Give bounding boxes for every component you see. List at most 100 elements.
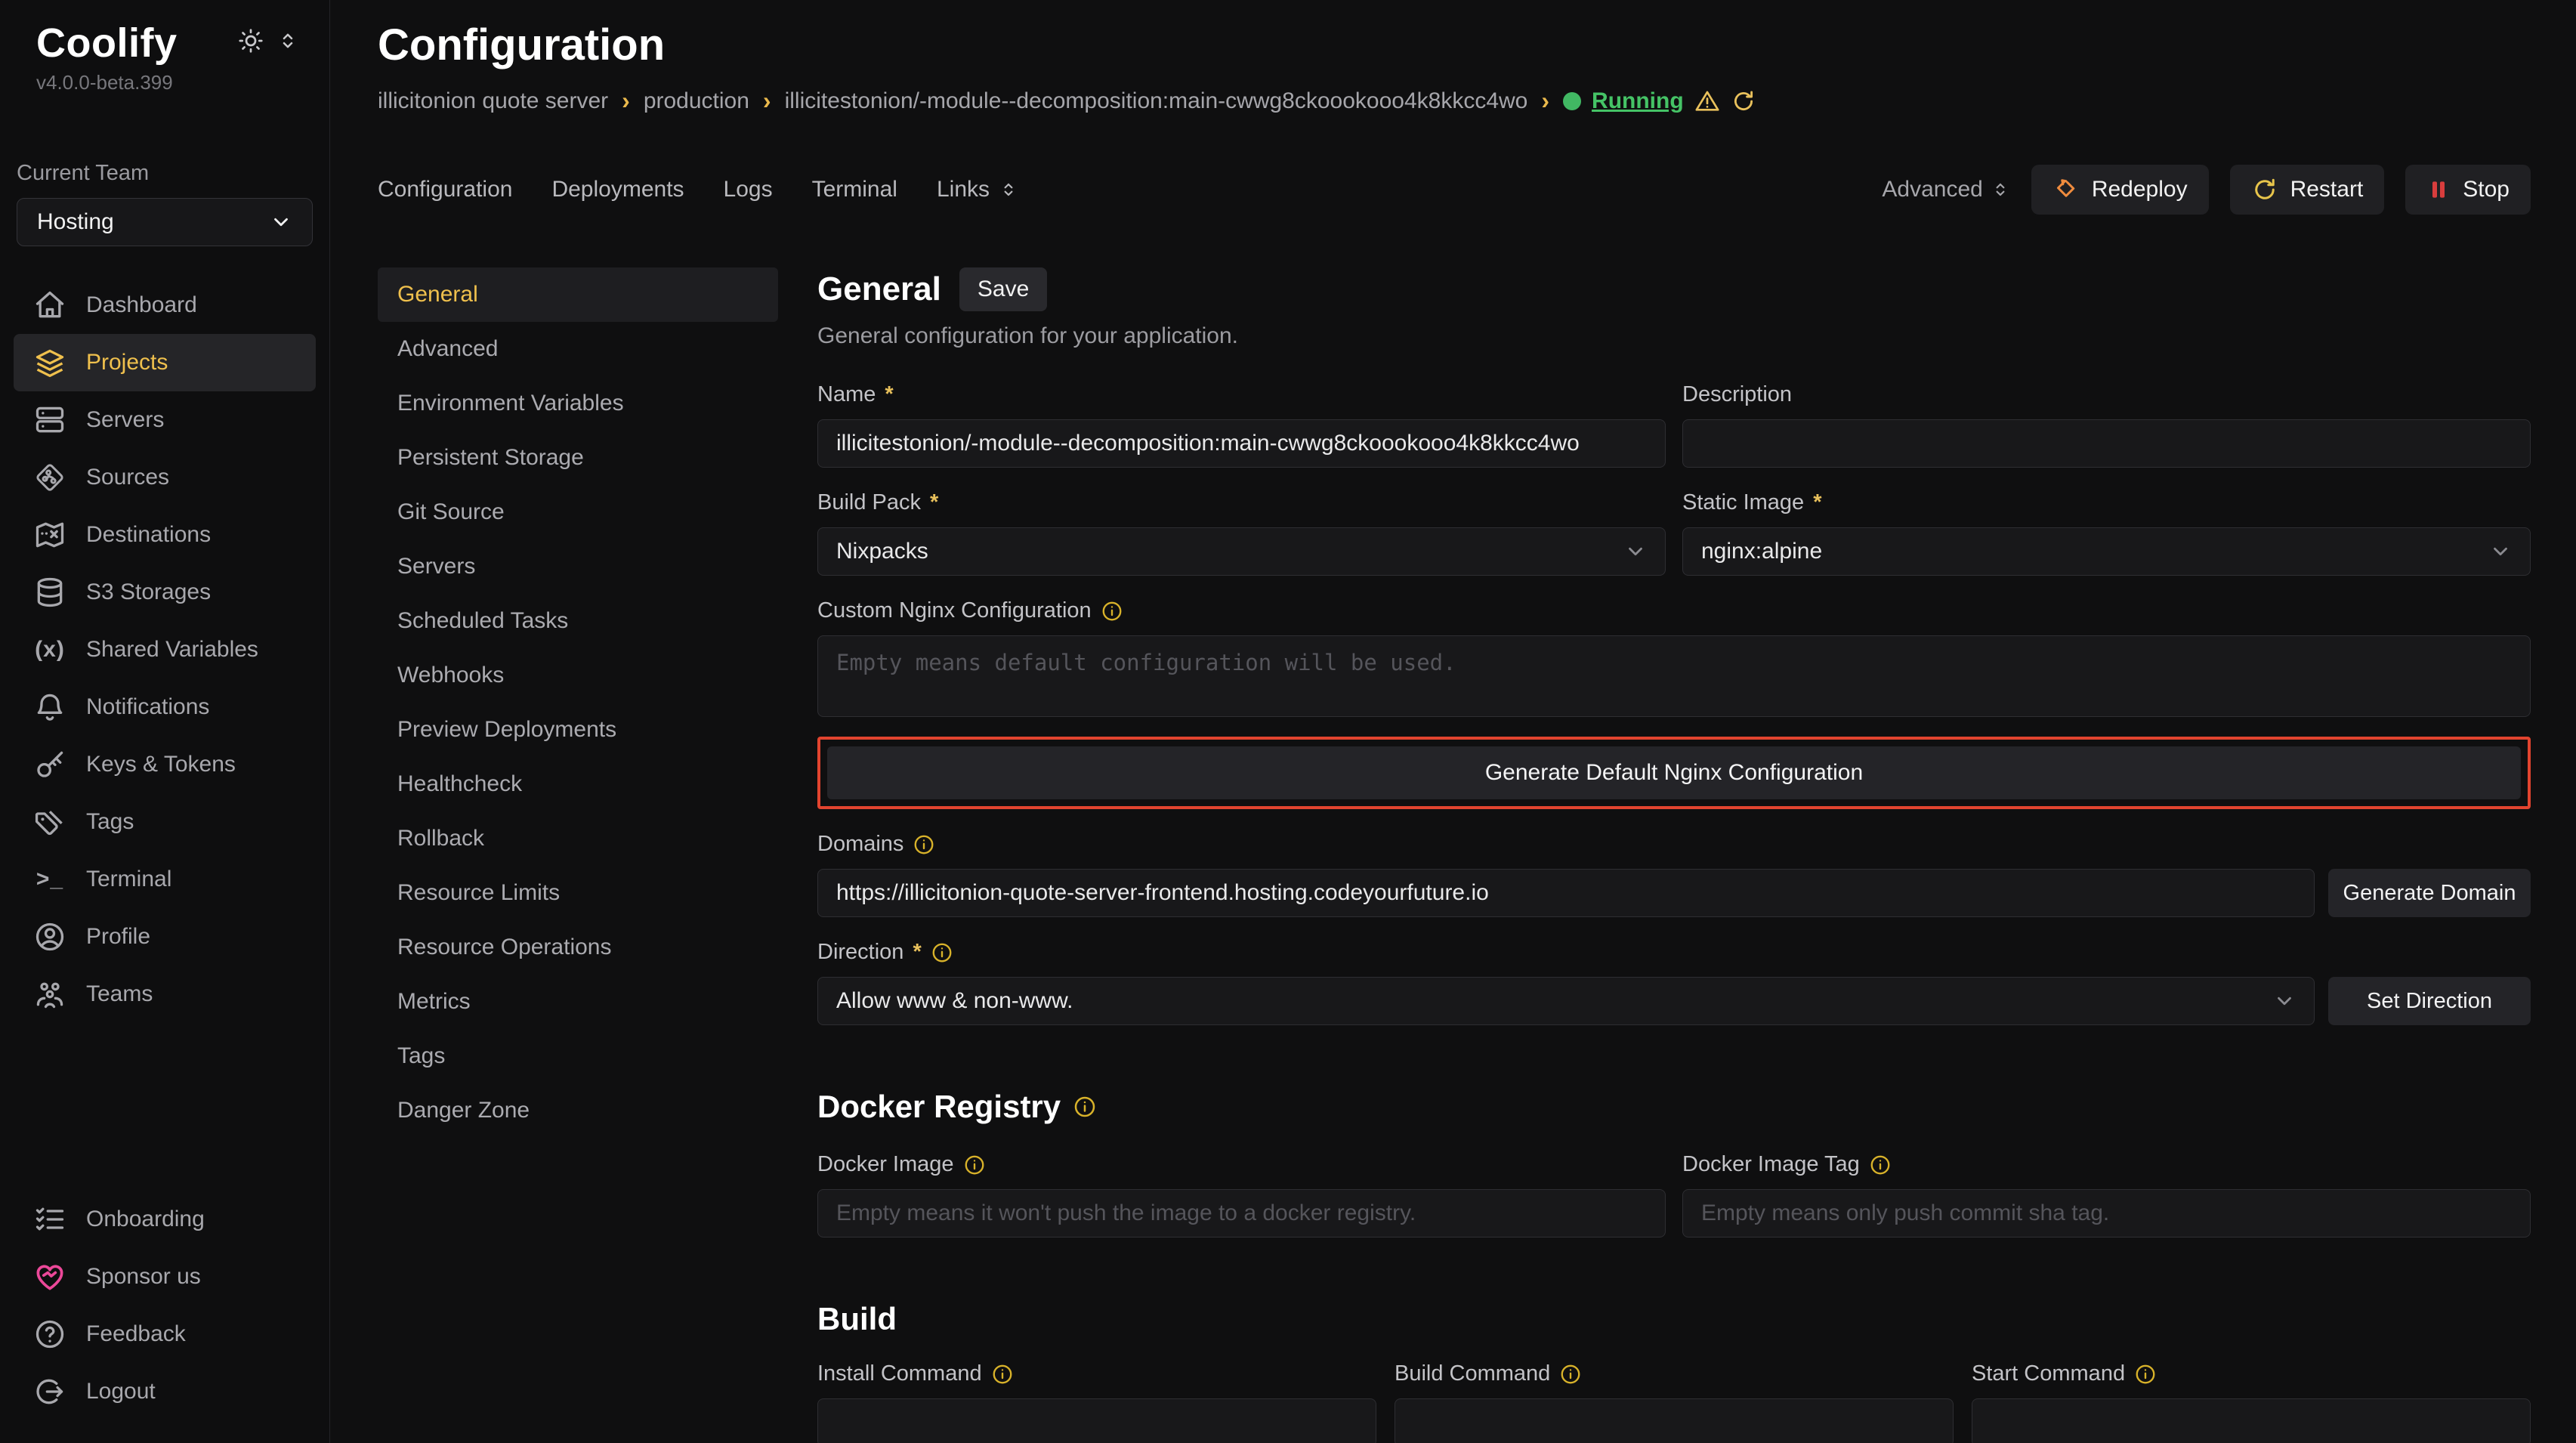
sidebar-item-dashboard[interactable]: Dashboard — [14, 277, 316, 334]
stop-button[interactable]: Stop — [2405, 165, 2531, 215]
description-input[interactable] — [1682, 419, 2531, 468]
tab-links[interactable]: Links — [937, 177, 1018, 202]
reload-icon[interactable] — [1731, 88, 1756, 114]
sidebar-item-notifications[interactable]: Notifications — [14, 678, 316, 736]
static-image-select[interactable]: nginx:alpine — [1682, 527, 2531, 576]
sidebar-item-projects[interactable]: Projects — [14, 334, 316, 391]
advanced-label: Advanced — [1882, 177, 1982, 202]
info-icon[interactable] — [1559, 1363, 1582, 1386]
page-title: Configuration — [378, 20, 2531, 70]
sidebar-item-label: Profile — [86, 924, 150, 950]
subnav-persistent-storage[interactable]: Persistent Storage — [378, 431, 778, 485]
subnav-servers[interactable]: Servers — [378, 539, 778, 594]
theme-updown-icon[interactable] — [276, 29, 299, 52]
checklist-icon — [33, 1203, 66, 1236]
direction-select[interactable]: Allow www & non-www. — [817, 977, 2315, 1025]
required-asterisk: * — [930, 490, 938, 515]
updown-icon — [1991, 180, 2010, 199]
sidebar-item-servers[interactable]: Servers — [14, 391, 316, 449]
info-icon[interactable] — [1101, 600, 1123, 623]
sidebar-item-logout[interactable]: Logout — [14, 1363, 316, 1420]
info-icon[interactable] — [931, 941, 953, 964]
sun-icon[interactable] — [237, 27, 264, 54]
sidebar-item-label: Servers — [86, 407, 164, 433]
static-image-label: Static Image — [1682, 490, 1804, 515]
subnav-rollback[interactable]: Rollback — [378, 811, 778, 866]
sidebar-item-sponsor-us[interactable]: Sponsor us — [14, 1248, 316, 1305]
info-icon[interactable] — [913, 833, 935, 856]
subnav-environment-variables[interactable]: Environment Variables — [378, 376, 778, 431]
tab-terminal[interactable]: Terminal — [812, 177, 897, 202]
redeploy-button[interactable]: Redeploy — [2031, 165, 2209, 215]
subnav-danger-zone[interactable]: Danger Zone — [378, 1083, 778, 1138]
sidebar-item-tags[interactable]: Tags — [14, 793, 316, 851]
tab-configuration[interactable]: Configuration — [378, 177, 512, 202]
tags-icon — [33, 805, 66, 839]
start-command-input[interactable] — [1972, 1398, 2531, 1443]
map-icon — [33, 518, 66, 552]
subnav-general[interactable]: General — [378, 267, 778, 322]
updown-icon — [999, 180, 1018, 199]
sidebar-item-terminal[interactable]: >_Terminal — [14, 851, 316, 908]
build-pack-value: Nixpacks — [836, 539, 928, 564]
set-direction-button[interactable]: Set Direction — [2328, 977, 2531, 1025]
subnav-preview-deployments[interactable]: Preview Deployments — [378, 703, 778, 757]
sidebar-item-onboarding[interactable]: Onboarding — [14, 1191, 316, 1248]
tab-logs[interactable]: Logs — [724, 177, 773, 202]
home-icon — [33, 289, 66, 322]
restart-button[interactable]: Restart — [2230, 165, 2385, 215]
required-asterisk: * — [1813, 490, 1821, 515]
build-pack-select[interactable]: Nixpacks — [817, 527, 1666, 576]
breadcrumb-project[interactable]: illicitonion quote server — [378, 88, 608, 114]
name-input[interactable] — [817, 419, 1666, 468]
docker-image-tag-input[interactable] — [1682, 1189, 2531, 1238]
name-label: Name — [817, 382, 876, 407]
save-button[interactable]: Save — [959, 267, 1047, 311]
advanced-toggle[interactable]: Advanced — [1882, 177, 2009, 202]
info-icon[interactable] — [963, 1154, 986, 1176]
docker-image-input[interactable] — [817, 1189, 1666, 1238]
info-icon[interactable] — [2134, 1363, 2157, 1386]
generate-nginx-config-button[interactable]: Generate Default Nginx Configuration — [827, 746, 2521, 799]
subnav-tags[interactable]: Tags — [378, 1029, 778, 1083]
redeploy-icon — [2052, 176, 2080, 203]
team-select[interactable]: Hosting — [17, 198, 313, 246]
status-label[interactable]: Running — [1592, 88, 1684, 114]
heart-icon — [33, 1260, 66, 1293]
tab-deployments[interactable]: Deployments — [551, 177, 684, 202]
info-icon[interactable] — [991, 1363, 1014, 1386]
sidebar-item-feedback[interactable]: Feedback — [14, 1305, 316, 1363]
sidebar-item-shared-variables[interactable]: (x)Shared Variables — [14, 621, 316, 678]
subnav-metrics[interactable]: Metrics — [378, 975, 778, 1029]
info-icon[interactable] — [1869, 1154, 1892, 1176]
direction-value: Allow www & non-www. — [836, 988, 1073, 1014]
subnav-webhooks[interactable]: Webhooks — [378, 648, 778, 703]
subnav-scheduled-tasks[interactable]: Scheduled Tasks — [378, 594, 778, 648]
build-command-input[interactable] — [1395, 1398, 1954, 1443]
subnav-resource-operations[interactable]: Resource Operations — [378, 920, 778, 975]
sidebar-item-destinations[interactable]: Destinations — [14, 506, 316, 564]
sidebar-item-s3-storages[interactable]: S3 Storages — [14, 564, 316, 621]
nginx-config-label: Custom Nginx Configuration — [817, 598, 1092, 623]
domains-input[interactable] — [817, 869, 2315, 917]
install-command-input[interactable] — [817, 1398, 1376, 1443]
chevron-down-icon — [2489, 540, 2512, 563]
sidebar-item-sources[interactable]: Sources — [14, 449, 316, 506]
subnav-healthcheck[interactable]: Healthcheck — [378, 757, 778, 811]
subnav-git-source[interactable]: Git Source — [378, 485, 778, 539]
sidebar-bottom-nav: Onboarding Sponsor us Feedback Logout — [0, 1191, 329, 1420]
generate-domain-button[interactable]: Generate Domain — [2328, 869, 2531, 917]
nginx-config-textarea[interactable] — [817, 635, 2531, 717]
stop-pause-icon — [2426, 178, 2451, 202]
build-command-label: Build Command — [1395, 1361, 1550, 1386]
subnav-resource-limits[interactable]: Resource Limits — [378, 866, 778, 920]
general-description: General configuration for your applicati… — [817, 323, 2531, 349]
sidebar-item-keys-tokens[interactable]: Keys & Tokens — [14, 736, 316, 793]
info-icon[interactable] — [1073, 1095, 1097, 1119]
subnav-advanced[interactable]: Advanced — [378, 322, 778, 376]
breadcrumb-resource[interactable]: illicitestonion/-module--decomposition:m… — [785, 88, 1528, 114]
warning-icon[interactable] — [1694, 88, 1720, 114]
sidebar-item-teams[interactable]: Teams — [14, 966, 316, 1023]
breadcrumb-environment[interactable]: production — [644, 88, 749, 114]
sidebar-item-profile[interactable]: Profile — [14, 908, 316, 966]
